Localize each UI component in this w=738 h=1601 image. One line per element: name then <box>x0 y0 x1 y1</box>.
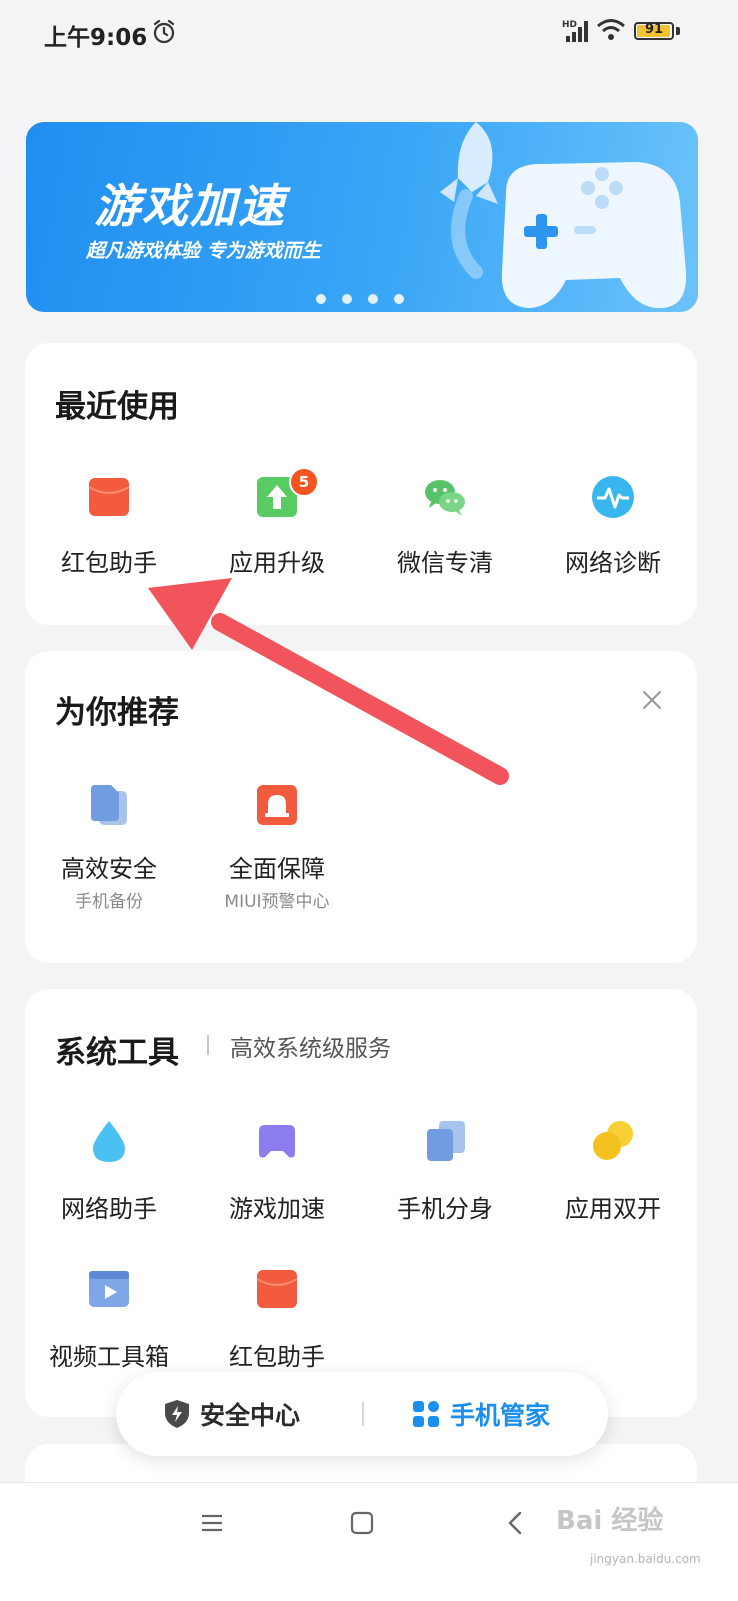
alarm-clock-icon <box>153 19 175 44</box>
tile-label: 红包助手 <box>229 1343 325 1371</box>
tool-item-network-assistant[interactable]: 网络助手 <box>25 1119 193 1239</box>
wechat-icon <box>425 480 465 516</box>
grid-icon <box>413 1401 439 1427</box>
tab-label: 安全中心 <box>200 1401 301 1430</box>
recommend-card: 为你推荐 高效安全 手机备份 全面保障 MIUI预警中心 <box>25 651 697 963</box>
clone-icon <box>427 1121 465 1161</box>
game-boost-banner[interactable]: 游戏加速 超凡游戏体验 专为游戏而生 <box>26 122 698 312</box>
red-envelope-icon <box>88 478 130 516</box>
gamepad-icon <box>259 1125 295 1158</box>
red-envelope-icon <box>256 1270 298 1308</box>
tool-item-phone-clone[interactable]: 手机分身 <box>361 1119 529 1239</box>
battery-indicator: 91 <box>634 22 674 40</box>
baidu-jingyan-watermark: Bai 经验 <box>556 1506 664 1536</box>
signal-icon: HD <box>562 20 588 42</box>
tile-label: 网络诊断 <box>565 549 661 577</box>
menu-icon[interactable] <box>200 1511 224 1535</box>
tab-security-center[interactable]: 安全中心 <box>164 1372 300 1456</box>
alarm-bell-icon <box>257 785 297 825</box>
recent-item-app-upgrade[interactable]: 5 应用升级 <box>193 467 361 591</box>
video-toolbox-icon <box>89 1271 129 1307</box>
tab-phone-manager[interactable]: 手机管家 <box>412 1372 550 1456</box>
recommend-item-warning-center[interactable]: 全面保障 MIUI预警中心 <box>193 779 361 919</box>
tile-label: 全面保障 <box>229 855 325 883</box>
status-time: 上午9:06 <box>44 25 148 51</box>
tool-item-red-envelope[interactable]: 红包助手 <box>193 1267 361 1387</box>
tile-label: 微信专清 <box>397 549 493 577</box>
tile-label: 应用升级 <box>229 549 325 577</box>
network-diagnosis-icon <box>592 476 634 518</box>
bottom-tab-switcher: 安全中心 手机管家 <box>116 1372 608 1456</box>
tile-label: 应用双开 <box>565 1195 661 1223</box>
tool-item-video-toolbox[interactable]: 视频工具箱 <box>25 1267 193 1387</box>
tab-divider <box>362 1402 364 1426</box>
banner-page-dot[interactable] <box>394 294 404 304</box>
banner-title: 游戏加速 <box>94 179 286 233</box>
wifi-icon <box>597 19 625 40</box>
recent-card: 最近使用 红包助手 5 应用升级 微信专清 网络诊断 <box>25 343 697 625</box>
tile-label: 视频工具箱 <box>49 1343 169 1371</box>
recent-title: 最近使用 <box>55 389 179 425</box>
tile-label: 红包助手 <box>61 549 157 577</box>
update-count-badge: 5 <box>289 467 319 497</box>
banner-page-dot[interactable] <box>316 294 326 304</box>
banner-page-dot[interactable] <box>368 294 378 304</box>
home-icon[interactable] <box>350 1511 374 1535</box>
tile-label: 手机分身 <box>397 1195 493 1223</box>
close-icon[interactable] <box>641 689 663 711</box>
tile-sublabel: MIUI预警中心 <box>224 892 330 912</box>
tools-title: 系统工具 <box>55 1035 179 1071</box>
banner-page-dot[interactable] <box>342 294 352 304</box>
banner-pagination[interactable] <box>316 294 404 304</box>
battery-level-text: 91 <box>644 22 664 37</box>
recent-item-network-diagnosis[interactable]: 网络诊断 <box>529 471 697 591</box>
recommend-title: 为你推荐 <box>55 695 179 731</box>
tile-label: 游戏加速 <box>229 1195 325 1223</box>
banner-subtitle: 超凡游戏体验 专为游戏而生 <box>86 240 321 262</box>
tool-item-dual-apps[interactable]: 应用双开 <box>529 1119 697 1239</box>
water-drop-icon <box>93 1121 125 1162</box>
title-divider <box>207 1035 209 1055</box>
network-type-label: HD <box>562 20 577 30</box>
tab-label: 手机管家 <box>450 1401 551 1430</box>
tile-label: 高效安全 <box>61 855 157 883</box>
shield-icon <box>165 1400 189 1428</box>
tools-subtitle: 高效系统级服务 <box>230 1036 391 1062</box>
back-icon[interactable] <box>504 1511 528 1535</box>
battery-tip <box>676 27 680 35</box>
status-bar: 上午9:06 HD 91 <box>0 0 738 66</box>
dual-app-icon <box>593 1121 633 1160</box>
gamepad-rocket-illustration <box>440 122 687 309</box>
watermark-url: jingyan.baidu.com <box>590 1552 701 1566</box>
recommend-item-backup[interactable]: 高效安全 手机备份 <box>25 779 193 919</box>
recent-item-wechat-clean[interactable]: 微信专清 <box>361 471 529 591</box>
tool-item-game-boost[interactable]: 游戏加速 <box>193 1119 361 1239</box>
tile-label: 网络助手 <box>61 1195 157 1223</box>
system-tools-card: 系统工具 高效系统级服务 网络助手 游戏加速 手机分身 应用双开 视频工具箱 红… <box>25 989 697 1417</box>
tile-sublabel: 手机备份 <box>75 892 143 912</box>
backup-icon <box>91 785 127 825</box>
recent-item-red-envelope[interactable]: 红包助手 <box>25 471 193 591</box>
